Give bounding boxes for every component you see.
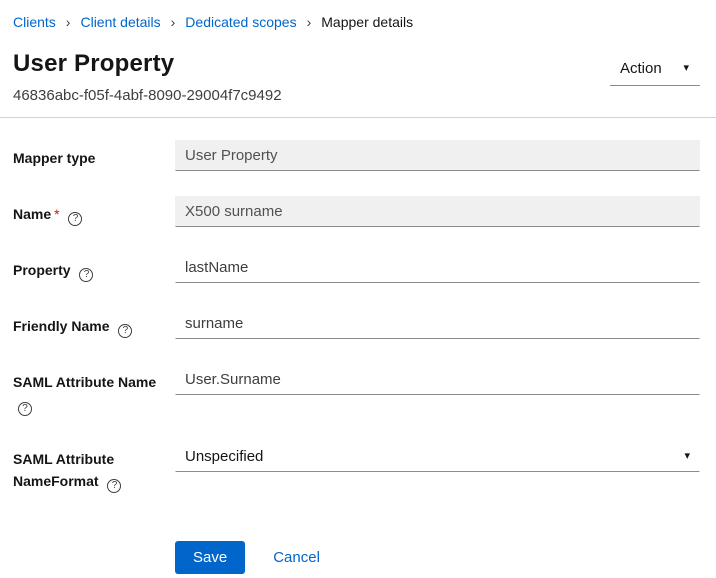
chevron-right-icon: › bbox=[307, 15, 312, 29]
saml-attribute-nameformat-label: SAML Attribute NameFormat ? bbox=[13, 441, 175, 493]
form-row-friendly-name: Friendly Name ? bbox=[13, 308, 700, 339]
mapper-id: 46836abc-f05f-4abf-8090-29004f7c9492 bbox=[13, 87, 282, 104]
help-icon[interactable]: ? bbox=[118, 324, 132, 338]
save-button[interactable]: Save bbox=[175, 541, 245, 574]
form-row-saml-attribute-name: SAML Attribute Name ? bbox=[13, 364, 700, 416]
saml-attribute-name-input[interactable] bbox=[175, 364, 700, 395]
saml-attribute-nameformat-select[interactable]: Unspecified ▾ bbox=[175, 441, 700, 472]
form-row-mapper-type: Mapper type bbox=[13, 140, 700, 171]
property-label-text: Property bbox=[13, 262, 71, 278]
action-dropdown-button[interactable]: Action ▾ bbox=[610, 53, 700, 86]
saml-attribute-nameformat-value: Unspecified bbox=[185, 448, 263, 465]
help-icon[interactable]: ? bbox=[68, 212, 82, 226]
friendly-name-label-text: Friendly Name bbox=[13, 318, 109, 334]
form-actions: Save Cancel bbox=[175, 541, 700, 574]
saml-attribute-name-label-text: SAML Attribute Name bbox=[13, 374, 156, 390]
friendly-name-label: Friendly Name ? bbox=[13, 308, 175, 338]
saml-attribute-name-label: SAML Attribute Name ? bbox=[13, 364, 175, 416]
breadcrumb-link-clients[interactable]: Clients bbox=[13, 14, 56, 30]
page-header: User Property 46836abc-f05f-4abf-8090-29… bbox=[13, 50, 700, 104]
mapper-form: Mapper type Name* ? Property ? Friendly … bbox=[0, 140, 716, 574]
form-row-name: Name* ? bbox=[13, 196, 700, 227]
help-icon[interactable]: ? bbox=[79, 268, 93, 282]
help-icon[interactable]: ? bbox=[107, 479, 121, 493]
mapper-type-label: Mapper type bbox=[13, 140, 175, 169]
page-header-titles: User Property 46836abc-f05f-4abf-8090-29… bbox=[13, 50, 282, 104]
property-input[interactable] bbox=[175, 252, 700, 283]
chevron-right-icon: › bbox=[171, 15, 176, 29]
name-label: Name* ? bbox=[13, 196, 175, 226]
friendly-name-input[interactable] bbox=[175, 308, 700, 339]
breadcrumb-current-mapper-details: Mapper details bbox=[321, 14, 413, 30]
page-title: User Property bbox=[13, 50, 282, 78]
name-input bbox=[175, 196, 700, 227]
breadcrumb-link-dedicated-scopes[interactable]: Dedicated scopes bbox=[185, 14, 296, 30]
header-divider bbox=[0, 117, 716, 118]
saml-attribute-nameformat-label-text: SAML Attribute NameFormat bbox=[13, 451, 114, 489]
form-row-saml-attribute-nameformat: SAML Attribute NameFormat ? Unspecified … bbox=[13, 441, 700, 493]
caret-down-icon: ▾ bbox=[684, 451, 690, 462]
mapper-type-label-text: Mapper type bbox=[13, 150, 95, 166]
property-label: Property ? bbox=[13, 252, 175, 282]
chevron-right-icon: › bbox=[66, 15, 71, 29]
name-label-text: Name bbox=[13, 206, 51, 222]
mapper-type-input bbox=[175, 140, 700, 171]
cancel-link[interactable]: Cancel bbox=[273, 549, 320, 566]
action-dropdown-label: Action bbox=[620, 60, 662, 77]
form-row-property: Property ? bbox=[13, 252, 700, 283]
breadcrumb-link-client-details[interactable]: Client details bbox=[80, 14, 160, 30]
required-indicator: * bbox=[54, 206, 59, 222]
breadcrumb: Clients › Client details › Dedicated sco… bbox=[13, 0, 700, 30]
help-icon[interactable]: ? bbox=[18, 402, 32, 416]
caret-down-icon: ▾ bbox=[683, 63, 689, 74]
